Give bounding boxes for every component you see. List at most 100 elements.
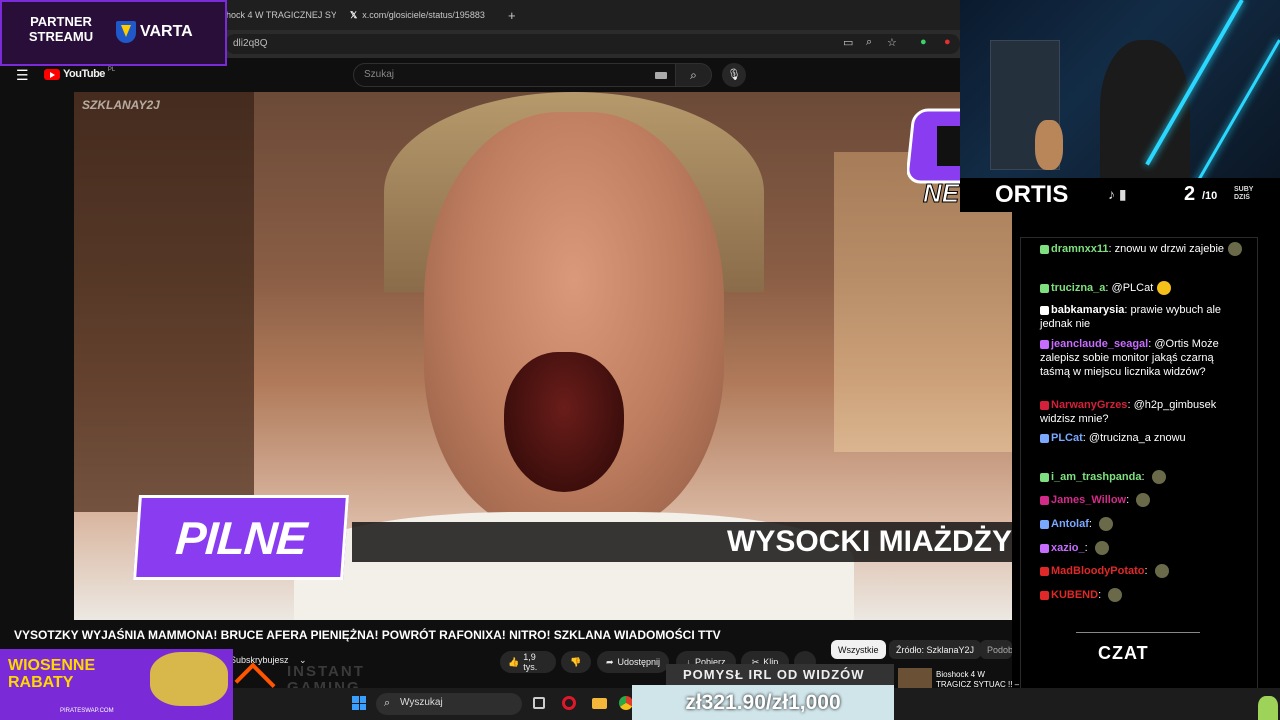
subs-counter: 2 [1184,183,1196,205]
extension-icon[interactable]: ● [920,36,927,48]
chat-username[interactable]: trucizna_a [1051,282,1105,294]
x-icon: 𝕏 [350,9,358,20]
taskbar-search[interactable]: Wyszukaj [376,693,522,715]
webcam-plush-monkey [1035,120,1063,170]
chat-badge-icon [1040,244,1049,254]
keyboard-icon[interactable] [655,72,667,79]
chat-message: jeanclaude_seagal: @Ortis Może zalepisz … [1040,338,1219,378]
chat-message: trucizna_a: @PLCat [1040,281,1245,296]
task-view-icon[interactable] [533,697,545,709]
subscribe-label: Subskrybujesz [230,655,289,665]
chat-emote-icon [1099,517,1114,532]
partner-line: PARTNER [30,14,92,29]
chat-badge-icon [1040,400,1049,410]
chip-source[interactable]: Źródło: SzklanaY2J [889,640,982,659]
bookmark-star-icon[interactable]: ☆ [887,36,897,49]
chat-message: Antolaf: [1040,517,1245,532]
share-button[interactable]: ➦ Udostępnij [597,651,669,673]
news-ticker: WYSOCKI MIAŻDŻY M [352,522,1014,562]
thumb-down-icon: 👎 [570,656,582,667]
video-mouth [504,352,624,492]
suggested-video-thumbnail[interactable] [898,668,932,690]
chat-username[interactable]: babkamarysia [1051,304,1124,316]
chat-username[interactable]: Antolaf [1051,518,1089,530]
youtube-wordmark: YouTube [63,68,105,80]
chat-username[interactable]: James_Willow [1051,494,1126,506]
pirateswap-url: PIRATESWAP.COM [60,708,114,714]
region-code: PL [107,67,116,73]
pirateswap-ad-text: WIOSENNE RABATY [8,657,95,691]
chat-badge-icon [1040,590,1049,600]
chat-emote-icon [1151,470,1166,485]
suggested-video-title[interactable]: Bioshock 4 W TRAGICZ SYTUAC !! – Zagraj … [936,670,1022,690]
chat-message: xazio_: [1040,541,1245,556]
windows-start-icon[interactable] [352,696,366,710]
chat-message: MadBloodyPotato: [1040,564,1245,579]
chat-badge-icon [1040,495,1049,505]
chat-badge-icon [1040,566,1049,576]
zoom-icon[interactable]: ⌕ [866,36,872,49]
file-explorer-icon[interactable] [592,698,607,709]
voice-search-button[interactable]: 🎙 [722,63,746,87]
opera-icon[interactable]: ● [944,36,951,48]
chat-badge-icon [1040,472,1049,482]
search-button[interactable]: ⌕ [675,63,712,87]
new-tab-button[interactable]: + [508,4,520,26]
chat-emote-icon [1136,493,1151,508]
partner-line: STREAMU [28,29,94,44]
cast-icon[interactable]: ▭ [843,36,853,49]
video-title: VYSOTZKY WYJAŚNIA MAMMONA! BRUCE AFERA P… [14,628,721,642]
subs-goal: /10 [1202,190,1218,202]
browser-tab[interactable]: hock 4 W TRAGICZNEJ SYT [226,4,336,26]
chat-emote-icon [1108,588,1123,603]
tab-title: hock 4 W TRAGICZNEJ SYT [226,10,336,20]
like-button[interactable]: 👍 1,9 tys. [500,651,556,673]
chat-username[interactable]: MadBloodyPotato [1051,565,1145,577]
chat-message: babkamarysia: prawie wybuch ale jednak n… [1040,304,1222,330]
chat-badge-icon [1040,433,1049,443]
partner-label: PARTNER STREAMU [16,14,106,44]
chat-username[interactable]: NarwanyGrzes [1051,399,1127,411]
tiktok-icon: ♪ ▮ [1108,186,1127,202]
subs-label-line: SUBY [1234,186,1254,193]
video-player[interactable]: SZKLANAY2J PILNE WYSOCKI MIAŻDŻY M NEWS [74,92,1014,620]
subs-label-line: DZIŚ [1234,194,1250,201]
search-input[interactable]: Szukaj [353,63,676,87]
chip-similar[interactable]: Podobne [980,640,1012,659]
chat-badge-icon [1040,339,1049,349]
chat-message: NarwanyGrzes: @h2p_gimbusek widzisz mnie… [1040,399,1217,425]
chat-username[interactable]: xazio_ [1051,542,1085,554]
chat-text: @PLCat [1111,282,1154,294]
streamer-name: ORTIS [995,181,1069,208]
pilne-banner: PILNE [133,495,349,580]
donation-counter: zł321.90/zł1,000 [632,685,894,720]
chat-text: @trucizna_a znowu [1088,432,1186,444]
browser-tab[interactable]: 𝕏 x.com/glosiciele/status/195883 [350,4,500,26]
chat-username[interactable]: dramnxx11 [1051,243,1108,255]
varta-logo: VARTA [116,18,216,46]
chat-username[interactable]: i_am_trashpanda [1051,471,1141,483]
like-count: 1,9 tys. [523,652,538,672]
subs-label: SUBY DZIŚ [1234,186,1253,202]
youtube-logo[interactable]: YouTube PL [44,67,116,80]
opera-icon[interactable] [562,696,576,710]
chrome-icon[interactable] [619,696,633,710]
ad-line: RABATY [8,674,74,691]
chat-badge-icon [1040,305,1049,315]
chat-emote-icon [1094,541,1109,556]
tab-title: x.com/glosiciele/status/195883 [362,10,485,20]
thumb-up-icon: 👍 [508,656,520,667]
dislike-button[interactable]: 👎 [561,651,591,673]
channel-watermark: SZKLANAY2J [82,98,160,112]
menu-icon[interactable]: ☰ [16,67,29,84]
search-icon: ⌕ [384,697,391,709]
chat-badge-icon [1040,543,1049,553]
search-icon: ⌕ [690,68,697,82]
chat-username[interactable]: jeanclaude_seagal [1051,338,1148,350]
chat-username[interactable]: PLCat [1051,432,1083,444]
chat-divider [1076,632,1200,633]
chat-message: PLCat: @trucizna_a znowu [1040,431,1245,445]
chip-all[interactable]: Wszystkie [831,640,886,659]
varta-wordmark: VARTA [140,23,193,40]
chat-username[interactable]: KUBEND [1051,589,1098,601]
